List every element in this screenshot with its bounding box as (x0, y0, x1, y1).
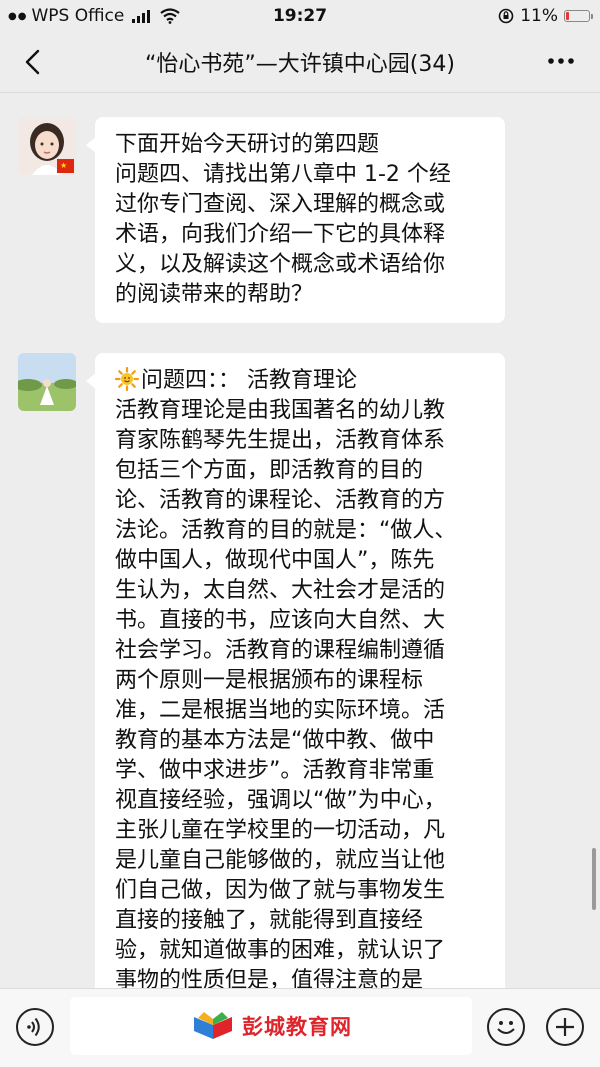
avatar-landscape-icon (18, 353, 76, 411)
message-line-text: 问题四：： 活教育理论 (141, 368, 357, 393)
message-line: 准，二是根据当地的实际环境。活 (115, 698, 446, 723)
chat-header: “怡心书苑”—大许镇中心园(34) (0, 32, 600, 93)
message-line: 社会学习。活教育的课程编制遵循 (115, 638, 446, 663)
message-bubble[interactable]: 问题四：： 活教育理论活教育理论是由我国著名的幼儿教 育家陈鹤琴先生提出，活教育体… (86, 353, 505, 988)
message-line: 教育的基本方法是“做中教、做中 (115, 728, 435, 753)
plus-icon (556, 1018, 574, 1036)
message-line: 义，以及解读这个概念或术语给你 (115, 252, 446, 277)
more-options-icon[interactable] (544, 46, 578, 76)
books-logo-icon (194, 1012, 232, 1039)
sender-avatar[interactable]: ★ (18, 117, 76, 175)
battery-icon (564, 10, 593, 22)
emoji-button[interactable] (487, 1008, 525, 1046)
chat-message-list[interactable]: ★ 下面开始今天研讨的第四题问题四、请找出第八章中 1-2 个经 过你专门查阅、深… (0, 93, 600, 988)
message-line: 问题四：： 活教育理论 (115, 366, 485, 396)
chat-message: ★ 下面开始今天研讨的第四题问题四、请找出第八章中 1-2 个经 过你专门查阅、深… (18, 117, 505, 323)
message-line: 法论。活教育的目的就是：“做人、 (115, 518, 457, 543)
message-line: 们自己做，因为做了就与事物发生 (115, 878, 446, 903)
battery-percent: 11% (520, 6, 558, 26)
voice-icon (27, 1017, 40, 1037)
message-line: 事物的性质但是，值得注意的是 (115, 968, 424, 988)
voice-input-button[interactable] (16, 1008, 54, 1046)
emoji-icon (497, 1021, 515, 1034)
sender-avatar[interactable] (18, 353, 76, 411)
orientation-lock-icon (498, 8, 514, 24)
message-line: 书。直接的书，应该向大自然、大 (115, 608, 446, 633)
message-line: 的阅读带来的帮助？ (115, 282, 314, 307)
chat-message: 问题四：： 活教育理论活教育理论是由我国著名的幼儿教 育家陈鹤琴先生提出，活教育体… (18, 353, 505, 988)
status-right: 11% (498, 6, 593, 26)
message-line: 直接的接触了，就能得到直接经 (115, 908, 424, 933)
message-line: 学、做中求进步”。活教育非常重 (115, 758, 435, 783)
sun-emoji-icon (115, 367, 139, 391)
message-line: 生认为，太自然、大社会才是活的 (115, 578, 446, 603)
message-line: 两个原则一是根据颁布的课程标 (115, 668, 424, 693)
message-line: 视直接经验，强调以“做”为中心， (115, 788, 446, 813)
scrollbar-thumb[interactable] (592, 848, 596, 910)
message-line: 验，就知道做事的困难，就认识了 (115, 938, 446, 963)
message-line: 过你专门查阅、深入理解的概念或 (115, 192, 446, 217)
watermark-text: 彭城教育网 (242, 1015, 352, 1039)
message-line: 是儿童自己能够做的，就应当让他 (115, 848, 446, 873)
message-line: 下面开始今天研讨的第四题 (115, 132, 380, 157)
message-line: 活教育理论是由我国著名的幼儿教 (115, 398, 446, 423)
back-arrow-icon[interactable] (20, 48, 48, 76)
svg-text:★: ★ (60, 161, 67, 170)
avatar-portrait-icon: ★ (18, 117, 76, 175)
message-line: 问题四、请找出第八章中 1-2 个经 (115, 162, 451, 187)
status-bar: ●● WPS Office 19:27 11% (0, 0, 600, 32)
message-input-field[interactable]: 彭城教育网 (70, 997, 472, 1055)
message-line: 育家陈鹤琴先生提出，活教育体系 (115, 428, 446, 453)
message-line: 做中国人，做现代中国人”，陈先 (115, 548, 435, 573)
more-functions-button[interactable] (546, 1008, 584, 1046)
message-line: 论、活教育的课程论、活教育的方 (115, 488, 446, 513)
input-bar: 彭城教育网 (0, 988, 600, 1067)
message-line: 术语，向我们介绍一下它的具体释 (115, 222, 446, 247)
chat-title: “怡心书苑”—大许镇中心园(34) (145, 52, 455, 77)
message-bubble[interactable]: 下面开始今天研讨的第四题问题四、请找出第八章中 1-2 个经 过你专门查阅、深入理… (86, 117, 505, 323)
message-line: 主张儿童在学校里的一切活动，凡 (115, 818, 446, 843)
message-line: 包括三个方面，即活教育的目的 (115, 458, 424, 483)
